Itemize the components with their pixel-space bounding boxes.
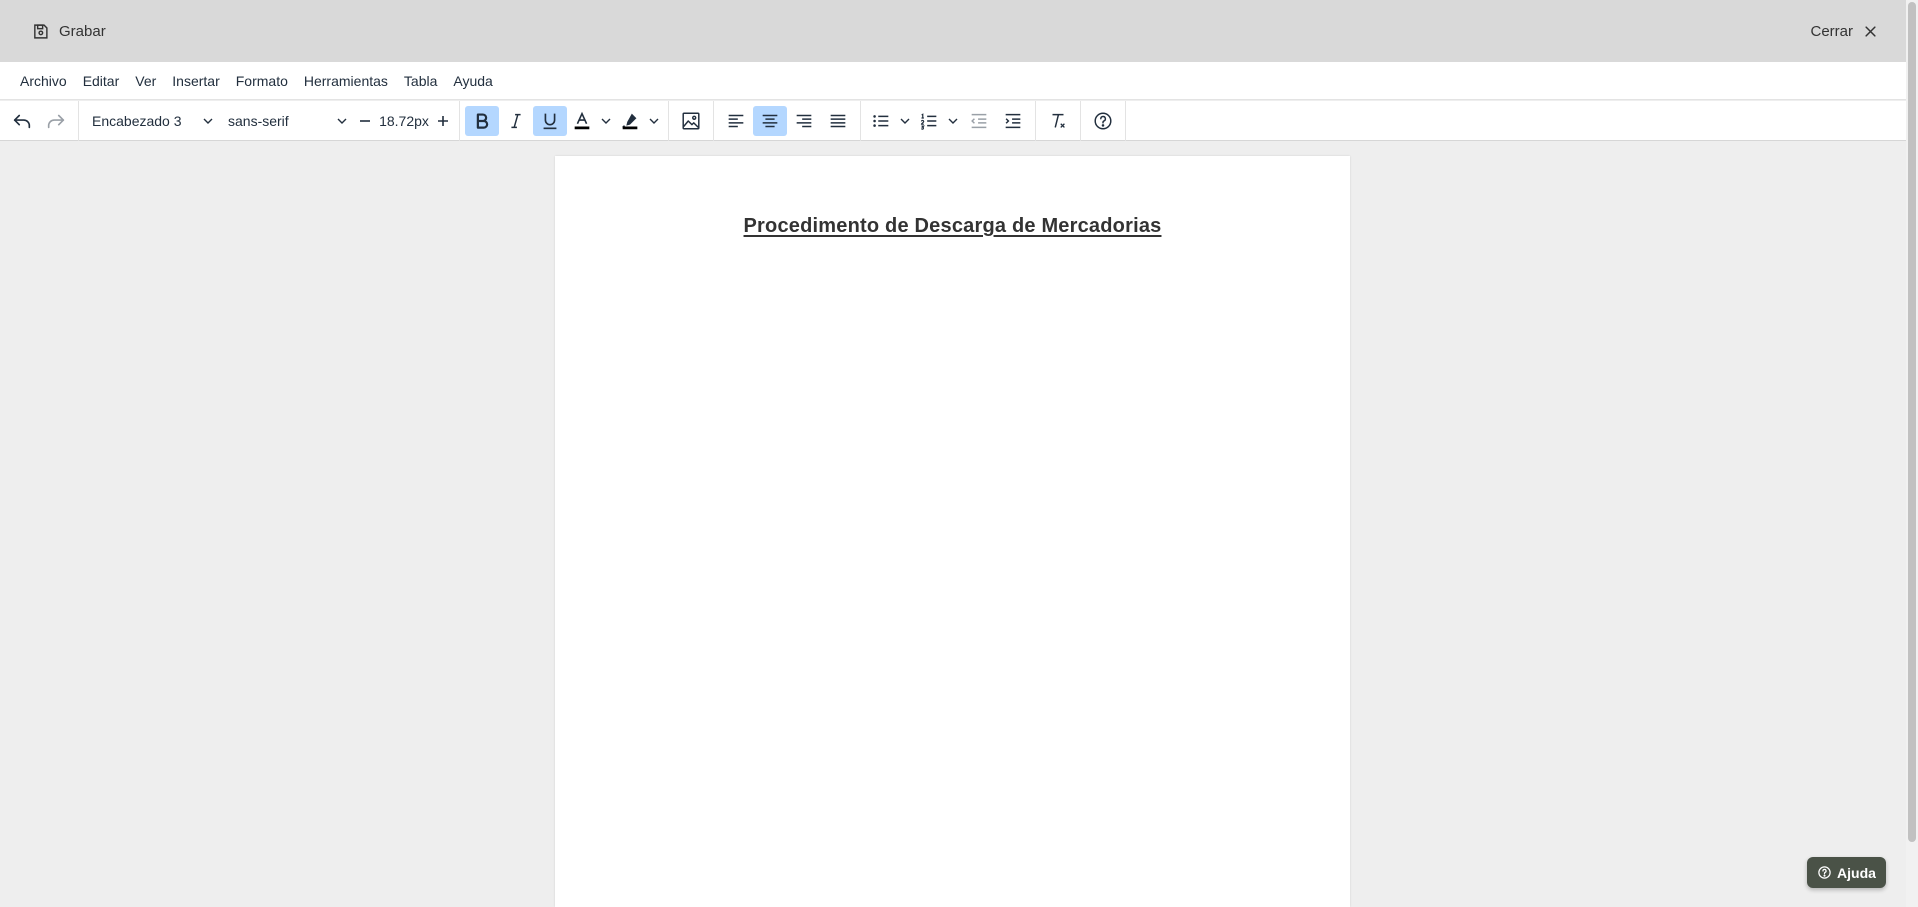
redo-button[interactable] bbox=[39, 106, 73, 136]
bold-button[interactable] bbox=[465, 105, 499, 136]
menu-herramientas[interactable]: Herramientas bbox=[296, 68, 396, 94]
clear-group bbox=[1036, 100, 1081, 141]
menu-archivo[interactable]: Archivo bbox=[12, 68, 75, 94]
outdent-button[interactable] bbox=[962, 106, 996, 136]
highlight-color-dropdown[interactable] bbox=[645, 106, 663, 136]
align-group bbox=[714, 100, 861, 141]
clear-formatting-icon bbox=[1052, 113, 1065, 128]
numbered-list-icon bbox=[920, 112, 937, 130]
chevron-down-icon bbox=[649, 118, 659, 124]
redo-icon bbox=[47, 114, 65, 128]
top-bar: Grabar Cerrar bbox=[0, 0, 1906, 62]
chevron-down-icon bbox=[203, 118, 213, 124]
insert-group bbox=[669, 100, 714, 141]
chevron-down-icon bbox=[601, 118, 611, 124]
font-size-stepper bbox=[354, 106, 454, 136]
toolbar: Encabezado 3 sans-serif bbox=[0, 100, 1906, 141]
numbered-list-button[interactable] bbox=[914, 106, 944, 136]
close-button[interactable]: Cerrar bbox=[1810, 23, 1878, 40]
help-icon bbox=[1094, 111, 1112, 130]
insert-image-button[interactable] bbox=[674, 106, 708, 136]
align-left-icon bbox=[728, 114, 744, 127]
font-family-select[interactable]: sans-serif bbox=[220, 106, 354, 136]
menu-editar[interactable]: Editar bbox=[75, 68, 128, 94]
align-right-icon bbox=[796, 114, 812, 127]
text-color-dropdown[interactable] bbox=[597, 106, 615, 136]
menu-ayuda[interactable]: Ayuda bbox=[445, 68, 500, 94]
increase-font-size-button[interactable] bbox=[432, 106, 454, 136]
bold-icon bbox=[476, 112, 489, 129]
question-circle-icon bbox=[1818, 866, 1831, 879]
bullet-list-dropdown[interactable] bbox=[896, 106, 914, 136]
save-button[interactable]: Grabar bbox=[32, 23, 106, 40]
indent-icon bbox=[1005, 113, 1021, 128]
align-right-button[interactable] bbox=[787, 106, 821, 136]
text-color-icon bbox=[574, 111, 590, 129]
bullet-list-button[interactable] bbox=[866, 106, 896, 136]
image-icon bbox=[682, 111, 700, 130]
menu-insertar[interactable]: Insertar bbox=[164, 68, 227, 94]
help-floating-button[interactable]: Ajuda bbox=[1807, 857, 1886, 888]
block-format-value: Encabezado 3 bbox=[92, 112, 182, 129]
outdent-icon bbox=[971, 113, 987, 128]
menu-tabla[interactable]: Tabla bbox=[396, 68, 445, 94]
justify-icon bbox=[830, 114, 846, 127]
bullet-list-split-button[interactable] bbox=[866, 106, 914, 136]
highlight-icon bbox=[622, 113, 638, 129]
text-color-button[interactable] bbox=[567, 106, 597, 136]
help-toolbar-button[interactable] bbox=[1086, 106, 1120, 136]
numbered-list-split-button[interactable] bbox=[914, 106, 962, 136]
justify-button[interactable] bbox=[821, 106, 855, 136]
highlight-color-button[interactable] bbox=[615, 106, 645, 136]
chevron-down-icon bbox=[948, 118, 958, 124]
chevron-down-icon bbox=[900, 118, 910, 124]
menu-bar: Archivo Editar Ver Insertar Formato Herr… bbox=[0, 62, 1906, 100]
menu-ver[interactable]: Ver bbox=[127, 68, 164, 94]
undo-icon bbox=[13, 114, 31, 128]
font-family-value: sans-serif bbox=[228, 112, 289, 129]
document-page[interactable]: Procedimento de Descarga de Mercadorias bbox=[555, 156, 1350, 907]
font-size-input[interactable] bbox=[376, 112, 432, 129]
font-group: Encabezado 3 sans-serif bbox=[79, 100, 460, 141]
block-format-select[interactable]: Encabezado 3 bbox=[84, 106, 220, 136]
align-left-button[interactable] bbox=[719, 106, 753, 136]
align-center-icon bbox=[762, 114, 778, 127]
menu-formato[interactable]: Formato bbox=[228, 68, 296, 94]
help-group bbox=[1081, 100, 1126, 141]
decrease-font-size-button[interactable] bbox=[354, 106, 376, 136]
italic-icon bbox=[511, 113, 521, 128]
text-color-split-button[interactable] bbox=[567, 106, 615, 136]
underline-icon bbox=[543, 113, 557, 129]
save-label: Grabar bbox=[59, 22, 106, 40]
list-group bbox=[861, 100, 1036, 141]
document-heading[interactable]: Procedimento de Descarga de Mercadorias bbox=[555, 215, 1350, 238]
close-label: Cerrar bbox=[1810, 22, 1853, 40]
plus-icon bbox=[438, 115, 448, 126]
close-icon bbox=[1865, 25, 1876, 37]
history-group bbox=[0, 100, 79, 141]
editor-area: Procedimento de Descarga de Mercadorias bbox=[0, 141, 1906, 907]
undo-button[interactable] bbox=[5, 106, 39, 136]
minus-icon bbox=[360, 119, 370, 122]
underline-button[interactable] bbox=[533, 105, 567, 136]
clear-formatting-button[interactable] bbox=[1041, 106, 1075, 136]
help-button-label: Ajuda bbox=[1837, 864, 1876, 881]
vertical-scrollbar[interactable] bbox=[1906, 0, 1918, 907]
format-group bbox=[460, 100, 669, 141]
align-center-button[interactable] bbox=[753, 105, 787, 136]
floppy-disk-icon bbox=[34, 23, 48, 39]
indent-button[interactable] bbox=[996, 106, 1030, 136]
numbered-list-dropdown[interactable] bbox=[944, 106, 962, 136]
italic-button[interactable] bbox=[499, 106, 533, 136]
highlight-color-split-button[interactable] bbox=[615, 106, 663, 136]
chevron-down-icon bbox=[337, 118, 347, 124]
scrollbar-thumb[interactable] bbox=[1908, 2, 1916, 842]
bullet-list-icon bbox=[873, 114, 889, 127]
